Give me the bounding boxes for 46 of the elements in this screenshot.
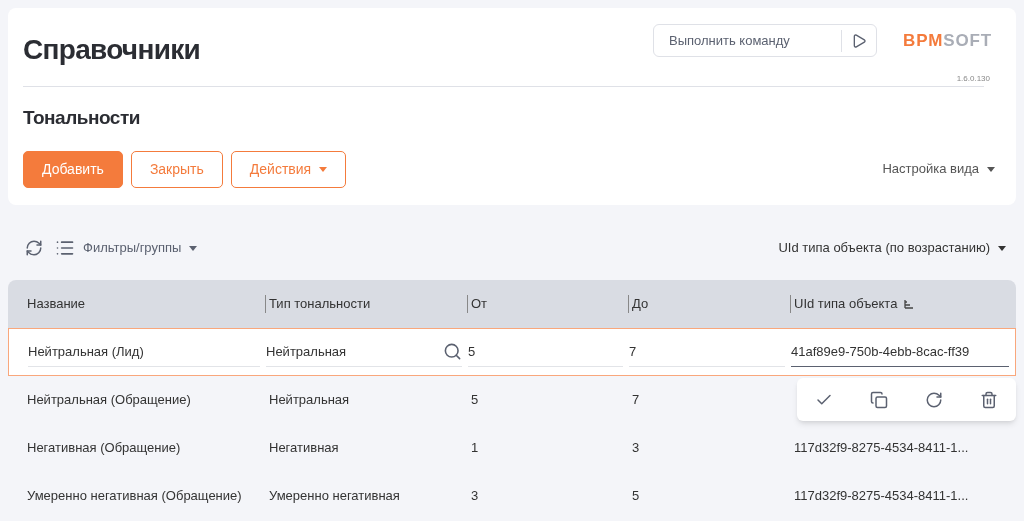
table-cell: Негативная (Обращение) — [27, 440, 181, 456]
cell-input[interactable]: Нейтральная (Лид) — [28, 337, 260, 367]
run-icon[interactable] — [851, 32, 867, 49]
list-icon[interactable] — [55, 238, 75, 258]
caret-icon — [987, 166, 995, 172]
refresh-icon[interactable] — [25, 239, 43, 257]
sort-icon[interactable] — [903, 299, 914, 309]
table-cell: Умеренно негативная — [269, 488, 400, 504]
filters-dropdown[interactable]: Фильтры/группы — [83, 238, 198, 258]
cell-input[interactable]: 41af89e9-750b-4ebb-8cac-ff39 — [791, 337, 1009, 367]
table-cell: 3 — [632, 440, 640, 456]
cell-input[interactable]: 5 — [468, 337, 623, 367]
column-header[interactable]: До — [632, 294, 649, 314]
sort-dropdown[interactable]: UId типа объекта (по возрастанию) — [778, 238, 1006, 258]
table-cell: Умеренно негативная (Обращение) — [27, 488, 242, 504]
view-settings-dropdown[interactable]: Настройка вида — [882, 159, 995, 179]
search-icon[interactable] — [443, 342, 462, 361]
delete-icon[interactable] — [979, 390, 998, 409]
table-cell: 5 — [632, 488, 640, 504]
reload-icon[interactable] — [924, 390, 943, 409]
section-title: Тональности — [23, 106, 141, 130]
table-cell: 117d32f9-8275-4534-8411-1... — [794, 440, 969, 456]
table-cell: 7 — [632, 392, 640, 408]
caret-icon — [319, 166, 328, 172]
copy-icon[interactable] — [870, 390, 889, 409]
table-cell: Негативная — [269, 440, 339, 456]
selected-row[interactable]: Нейтральная (Лид) Нейтральная 5 7 41af89e9-750b-4ebb-8cac-ff39 — [8, 328, 1016, 376]
command-bar[interactable]: Выполнить команду — [653, 24, 877, 57]
caret-icon — [189, 245, 198, 251]
logo: BPMSOFT — [903, 29, 994, 52]
cell-input[interactable]: Нейтральная — [266, 337, 462, 367]
table-cell: 1 — [471, 440, 479, 456]
column-header[interactable]: Тип тональности — [269, 294, 371, 314]
table-cell: 5 — [471, 392, 479, 408]
table-cell: 117d32f9-8275-4534-8411-1... — [794, 488, 969, 504]
caret-icon — [998, 245, 1006, 251]
page-title: Справочники — [23, 33, 200, 67]
column-header[interactable]: Название — [8, 294, 86, 314]
version-label: 1.6.0.130 — [956, 73, 990, 85]
column-header[interactable]: UId типа объекта — [794, 294, 898, 314]
table-cell: Нейтральная — [269, 392, 350, 408]
command-field[interactable]: Выполнить команду — [654, 30, 841, 51]
table-cell: Нейтральная (Обращение) — [27, 392, 191, 408]
cell-input[interactable]: 7 — [629, 337, 785, 367]
column-header[interactable]: От — [471, 294, 488, 314]
table-cell: 3 — [471, 488, 479, 504]
